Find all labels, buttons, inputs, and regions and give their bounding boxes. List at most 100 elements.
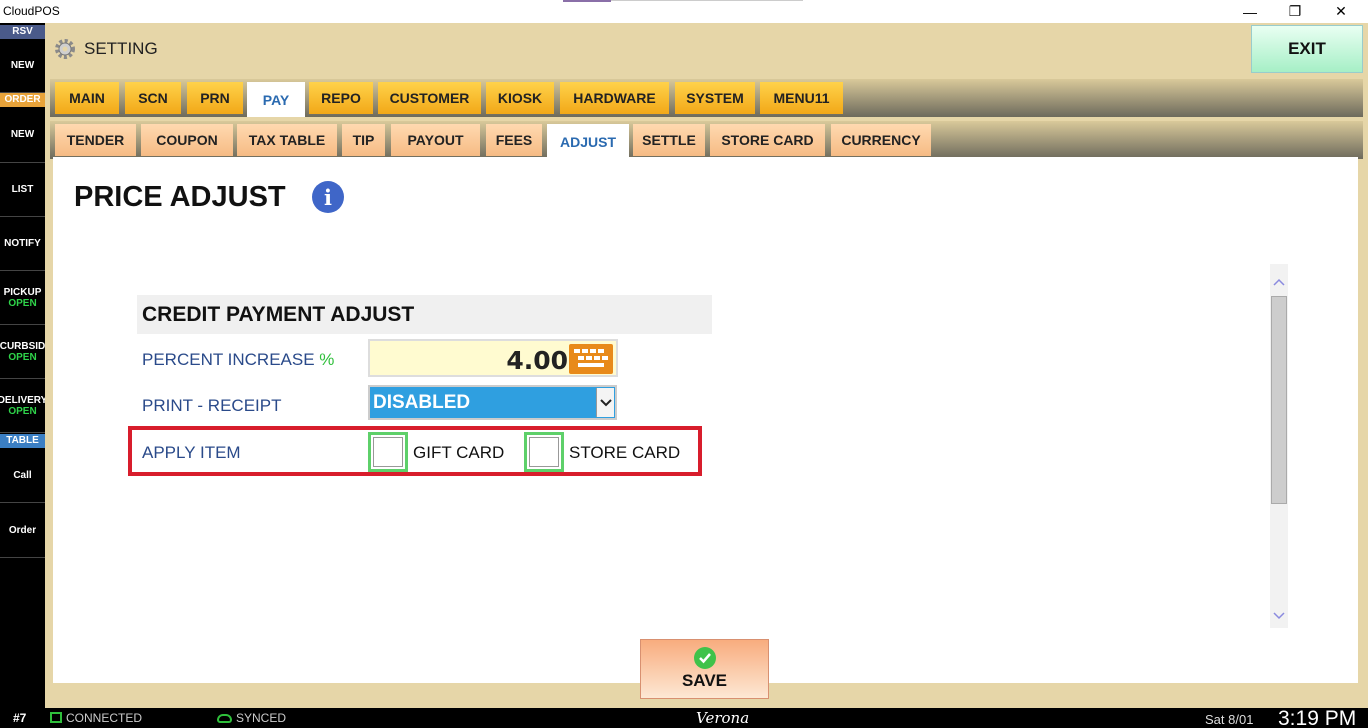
tab-currency[interactable]: CURRENCY: [831, 124, 931, 156]
tab-label: SYSTEM: [686, 90, 744, 106]
status-date: Sat 8/01: [1205, 712, 1254, 727]
tab-adjust[interactable]: ADJUST: [547, 124, 629, 159]
header: SETTING EXIT: [45, 23, 1368, 76]
call-label: Call: [13, 469, 32, 481]
tab-label: MENU11: [773, 90, 830, 106]
tab-fees[interactable]: FEES: [486, 124, 542, 156]
tab-kiosk[interactable]: KIOSK: [486, 82, 554, 114]
order-new-button[interactable]: NEW: [0, 107, 45, 163]
scroll-down-icon[interactable]: [1270, 606, 1288, 626]
tab-prn[interactable]: PRN: [187, 82, 243, 114]
minimize-button[interactable]: —: [1227, 0, 1273, 23]
percent-increase-label: PERCENT INCREASE %: [142, 350, 334, 370]
store-card-label: STORE CARD: [569, 443, 681, 462]
keyboard-icon[interactable]: [569, 344, 613, 374]
tab-label: STORE CARD: [721, 132, 814, 148]
tab-label: ADJUST: [559, 133, 616, 150]
scroll-thumb[interactable]: [1271, 296, 1287, 504]
title-bar: CloudPOS — ❐ ✕: [0, 0, 1368, 23]
cloud-icon: [217, 714, 232, 723]
apply-item-text: APPLY ITEM: [142, 443, 241, 462]
tab-pay[interactable]: PAY: [247, 82, 305, 117]
delivery-label: DELIVERY: [0, 394, 45, 406]
app-title: CloudPOS: [3, 4, 60, 18]
list-button[interactable]: LIST: [0, 163, 45, 217]
tab-label: MAIN: [69, 90, 105, 106]
station-number: #7: [13, 711, 27, 725]
percent-symbol: %: [319, 350, 335, 369]
tab-label: TAX TABLE: [248, 132, 326, 148]
order-button[interactable]: Order: [0, 503, 45, 558]
store-card-checkbox[interactable]: [524, 432, 564, 472]
gift-card-label: GIFT CARD: [413, 443, 505, 462]
tab-label: PRN: [200, 90, 230, 106]
status-bar: #7 CONNECTED SYNCED Verona Sat 8/01 3:19…: [0, 707, 1368, 728]
pickup-button[interactable]: PICKUP OPEN: [0, 271, 45, 325]
order-label-text: Order: [8, 524, 37, 536]
close-button[interactable]: ✕: [1318, 0, 1364, 23]
tab-menu11[interactable]: MENU11: [760, 82, 843, 114]
tab-label: KIOSK: [497, 90, 543, 106]
tab-payout[interactable]: PAYOUT: [391, 124, 480, 156]
scroll-up-icon[interactable]: [1270, 272, 1288, 292]
delivery-status: OPEN: [8, 405, 37, 417]
sync-status: SYNCED: [217, 711, 286, 725]
percent-increase-input[interactable]: 4.00: [368, 339, 618, 377]
tab-label: FEES: [495, 132, 533, 148]
delivery-button[interactable]: DELIVERY OPEN: [0, 379, 45, 433]
pickup-status: OPEN: [8, 297, 37, 309]
tab-label: HARDWARE: [573, 90, 656, 106]
tab-tender[interactable]: TENDER: [55, 124, 136, 156]
main-tab-bar: MAIN SCN PRN PAY REPO CUSTOMER KIOSK HAR…: [50, 79, 1363, 117]
tab-scn[interactable]: SCN: [125, 82, 181, 114]
sub-tab-bar: TENDER COUPON TAX TABLE TIP PAYOUT FEES …: [50, 121, 1363, 159]
curbside-status: OPEN: [8, 351, 37, 363]
notify-button[interactable]: NOTIFY: [0, 217, 45, 271]
sync-text: SYNCED: [236, 711, 287, 725]
print-receipt-select[interactable]: DISABLED: [368, 385, 617, 420]
title-accent: [563, 0, 611, 2]
tab-system[interactable]: SYSTEM: [675, 82, 755, 114]
order-label: ORDER: [0, 93, 45, 107]
title-accent-line: [611, 0, 803, 1]
content-panel: PRICE ADJUST i CREDIT PAYMENT ADJUST PER…: [53, 157, 1358, 699]
order-new-label: NEW: [10, 129, 35, 140]
gift-card-checkbox[interactable]: [368, 432, 408, 472]
save-button[interactable]: SAVE: [640, 639, 769, 699]
section-title: CREDIT PAYMENT ADJUST: [142, 303, 415, 326]
main-area: SETTING EXIT MAIN SCN PRN PAY REPO CUSTO…: [45, 23, 1368, 708]
print-receipt-value: DISABLED: [373, 392, 471, 413]
tab-coupon[interactable]: COUPON: [141, 124, 233, 156]
pickup-label: PICKUP: [3, 286, 42, 298]
tab-label: TENDER: [66, 132, 125, 148]
rsv-new-button[interactable]: NEW: [0, 39, 45, 93]
page-title: PRICE ADJUST: [74, 181, 286, 213]
exit-button[interactable]: EXIT: [1251, 25, 1363, 73]
tab-tip[interactable]: TIP: [342, 124, 385, 156]
tab-label: TIP: [352, 132, 375, 148]
chevron-down-icon[interactable]: [596, 388, 614, 417]
tab-settle[interactable]: SETTLE: [633, 124, 705, 156]
vertical-scrollbar[interactable]: [1270, 264, 1288, 628]
notify-label: NOTIFY: [4, 238, 41, 249]
info-icon[interactable]: i: [312, 181, 344, 213]
left-sidebar: RSV NEW ORDER NEW LIST NOTIFY PICKUP OPE…: [0, 23, 45, 708]
print-receipt-label: PRINT - RECEIPT: [142, 396, 281, 416]
section-header: CREDIT PAYMENT ADJUST: [137, 295, 712, 334]
tab-hardware[interactable]: HARDWARE: [560, 82, 669, 114]
table-label: TABLE: [0, 434, 45, 448]
tab-repo[interactable]: REPO: [309, 82, 373, 114]
tab-main[interactable]: MAIN: [55, 82, 119, 114]
curbside-button[interactable]: CURBSID OPEN: [0, 325, 45, 379]
tab-label: PAYOUT: [407, 132, 464, 148]
restore-button[interactable]: ❐: [1272, 0, 1318, 23]
rsv-new-label: NEW: [10, 60, 35, 71]
tab-tax-table[interactable]: TAX TABLE: [237, 124, 337, 156]
tab-store-card[interactable]: STORE CARD: [710, 124, 825, 156]
connection-status: CONNECTED: [50, 711, 142, 725]
tab-customer[interactable]: CUSTOMER: [378, 82, 481, 114]
curbside-label: CURBSID: [0, 340, 45, 352]
call-button[interactable]: Call: [0, 448, 45, 503]
percent-value: 4.00: [506, 346, 568, 375]
connection-text: CONNECTED: [66, 711, 143, 725]
